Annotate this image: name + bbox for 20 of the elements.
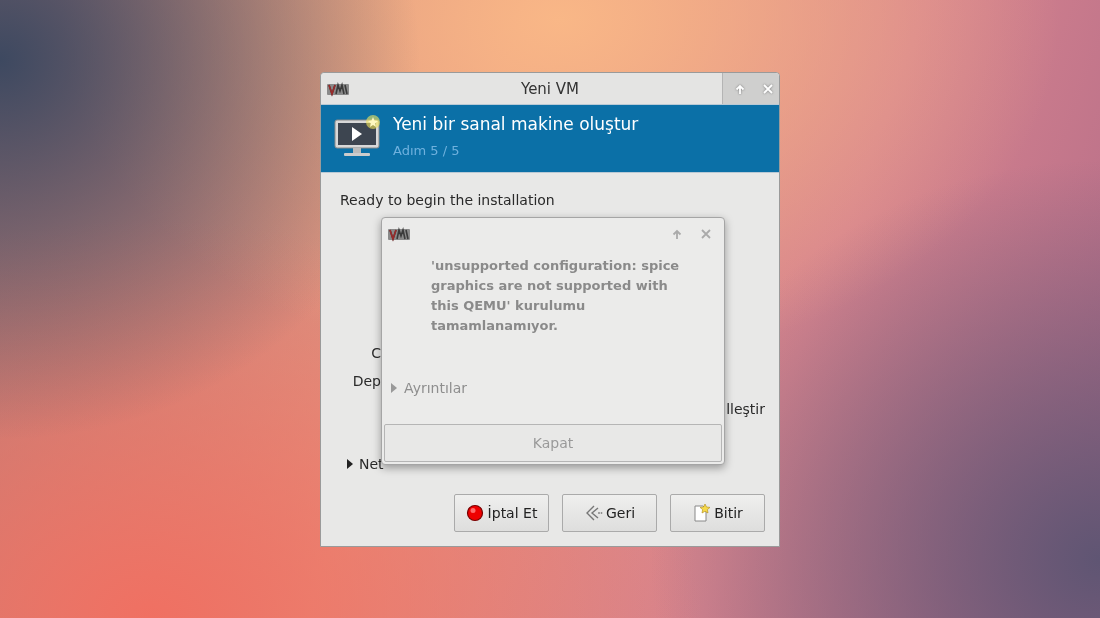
header-title: Yeni bir sanal makine oluştur (393, 114, 639, 134)
window-title: Yeni VM (519, 79, 580, 98)
stop-icon (465, 504, 485, 522)
checkbox-label[interactable]: lleştir (726, 401, 765, 417)
field-label: C (371, 345, 381, 361)
close-icon (700, 228, 712, 240)
app-logo-icon (387, 226, 411, 242)
error-message: 'unsupported configuration: spice graphics are not supported with this QEMU' kurulumu tamamlanamıyor. (431, 257, 681, 335)
finish-button[interactable]: Bitir (670, 494, 765, 532)
back-button[interactable]: Geri (562, 494, 657, 532)
section-heading: Ready to begin the installation (340, 191, 556, 209)
cancel-button[interactable]: İptal Et (454, 494, 549, 532)
up-arrow-icon (733, 82, 746, 95)
field-label: Dep (352, 373, 381, 389)
app-logo-icon (326, 80, 350, 97)
up-arrow-icon (671, 228, 683, 240)
close-icon (761, 82, 774, 95)
step-label: Adım 5 / 5 (393, 143, 461, 158)
section-expander[interactable]: Net (346, 456, 384, 472)
document-star-icon (692, 504, 712, 522)
